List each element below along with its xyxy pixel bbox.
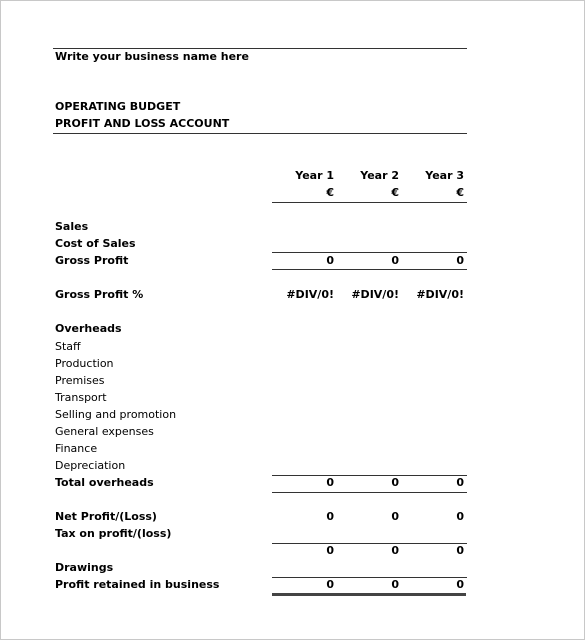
currency-year-3: €: [456, 186, 464, 199]
table-row-retained: Profit retained in business 0 0 0: [55, 576, 467, 593]
column-header-year-3: Year 3: [425, 169, 464, 182]
cell-value: 0: [391, 578, 399, 591]
row-label: Total overheads: [55, 476, 154, 489]
cell-value: 0: [326, 254, 334, 267]
row-label: Drawings: [55, 561, 114, 574]
business-name: Write your business name here: [55, 50, 249, 63]
currency-year-1: €: [326, 186, 334, 199]
table-row-total-overheads: Total overheads 0 0 0: [55, 474, 467, 491]
cell-value: #DIV/0!: [351, 288, 399, 301]
column-headers: Year 1 Year 2 Year 3: [55, 167, 467, 184]
table-row-production: Production: [55, 355, 467, 372]
table-row-overheads: Overheads: [55, 320, 467, 337]
row-label: Selling and promotion: [55, 408, 177, 421]
divider: [272, 492, 467, 493]
cell-value: 0: [456, 578, 464, 591]
cell-value: 0: [391, 476, 399, 489]
row-label: Tax on profit/(loss): [55, 527, 172, 540]
row-label: General expenses: [55, 425, 154, 438]
cell-value: 0: [326, 544, 334, 557]
cell-value: 0: [326, 476, 334, 489]
table-row-staff: Staff: [55, 338, 467, 355]
cell-value: #DIV/0!: [286, 288, 334, 301]
cell-value: 0: [391, 544, 399, 557]
currency-headers: € € €: [55, 184, 467, 201]
cell-value: 0: [391, 510, 399, 523]
column-header-year-2: Year 2: [360, 169, 399, 182]
table-row-general: General expenses: [55, 423, 467, 440]
title-row-2: PROFIT AND LOSS ACCOUNT: [55, 115, 467, 132]
row-label: Net Profit/(Loss): [55, 510, 157, 523]
table-row-premises: Premises: [55, 372, 467, 389]
table-row-finance: Finance: [55, 440, 467, 457]
table-row-transport: Transport: [55, 389, 467, 406]
column-header-year-1: Year 1: [295, 169, 334, 182]
row-label: Cost of Sales: [55, 237, 136, 250]
cell-value: 0: [391, 254, 399, 267]
document-subtitle: PROFIT AND LOSS ACCOUNT: [55, 117, 230, 130]
cell-value: #DIV/0!: [416, 288, 464, 301]
section-label: Overheads: [55, 322, 122, 335]
business-name-row: Write your business name here: [55, 48, 467, 65]
table-row-net-profit: Net Profit/(Loss) 0 0 0: [55, 508, 467, 525]
document-title: OPERATING BUDGET: [55, 100, 181, 113]
row-label: Sales: [55, 220, 89, 233]
row-label: Production: [55, 357, 114, 370]
cell-value: 0: [456, 544, 464, 557]
table-row-selling: Selling and promotion: [55, 406, 467, 423]
table-row-tax: Tax on profit/(loss): [55, 525, 467, 542]
title-row-1: OPERATING BUDGET: [55, 98, 467, 115]
table-row-cost-of-sales: Cost of Sales: [55, 235, 467, 252]
document-page: Write your business name here OPERATING …: [0, 0, 585, 640]
row-label: Staff: [55, 340, 81, 353]
row-label: Gross Profit %: [55, 288, 144, 301]
row-label: Gross Profit: [55, 254, 129, 267]
cell-value: 0: [456, 476, 464, 489]
currency-year-2: €: [391, 186, 399, 199]
row-label: Premises: [55, 374, 105, 387]
table-row-depreciation: Depreciation: [55, 457, 467, 474]
row-label: Depreciation: [55, 459, 126, 472]
table-row-sales: Sales: [55, 218, 467, 235]
divider: [272, 269, 467, 270]
cell-value: 0: [456, 254, 464, 267]
table-row-gross-profit-pct: Gross Profit % #DIV/0! #DIV/0! #DIV/0!: [55, 286, 467, 303]
table-row-gross-profit: Gross Profit 0 0 0: [55, 252, 467, 269]
double-underline: [272, 593, 466, 596]
cell-value: 0: [456, 510, 464, 523]
row-label: Profit retained in business: [55, 578, 220, 591]
table-row-after-tax: 0 0 0: [55, 542, 467, 559]
cell-value: 0: [326, 578, 334, 591]
cell-value: 0: [326, 510, 334, 523]
divider: [272, 202, 467, 203]
row-label: Transport: [55, 391, 107, 404]
table-row-drawings: Drawings: [55, 559, 467, 576]
row-label: Finance: [55, 442, 98, 455]
divider: [53, 133, 467, 134]
